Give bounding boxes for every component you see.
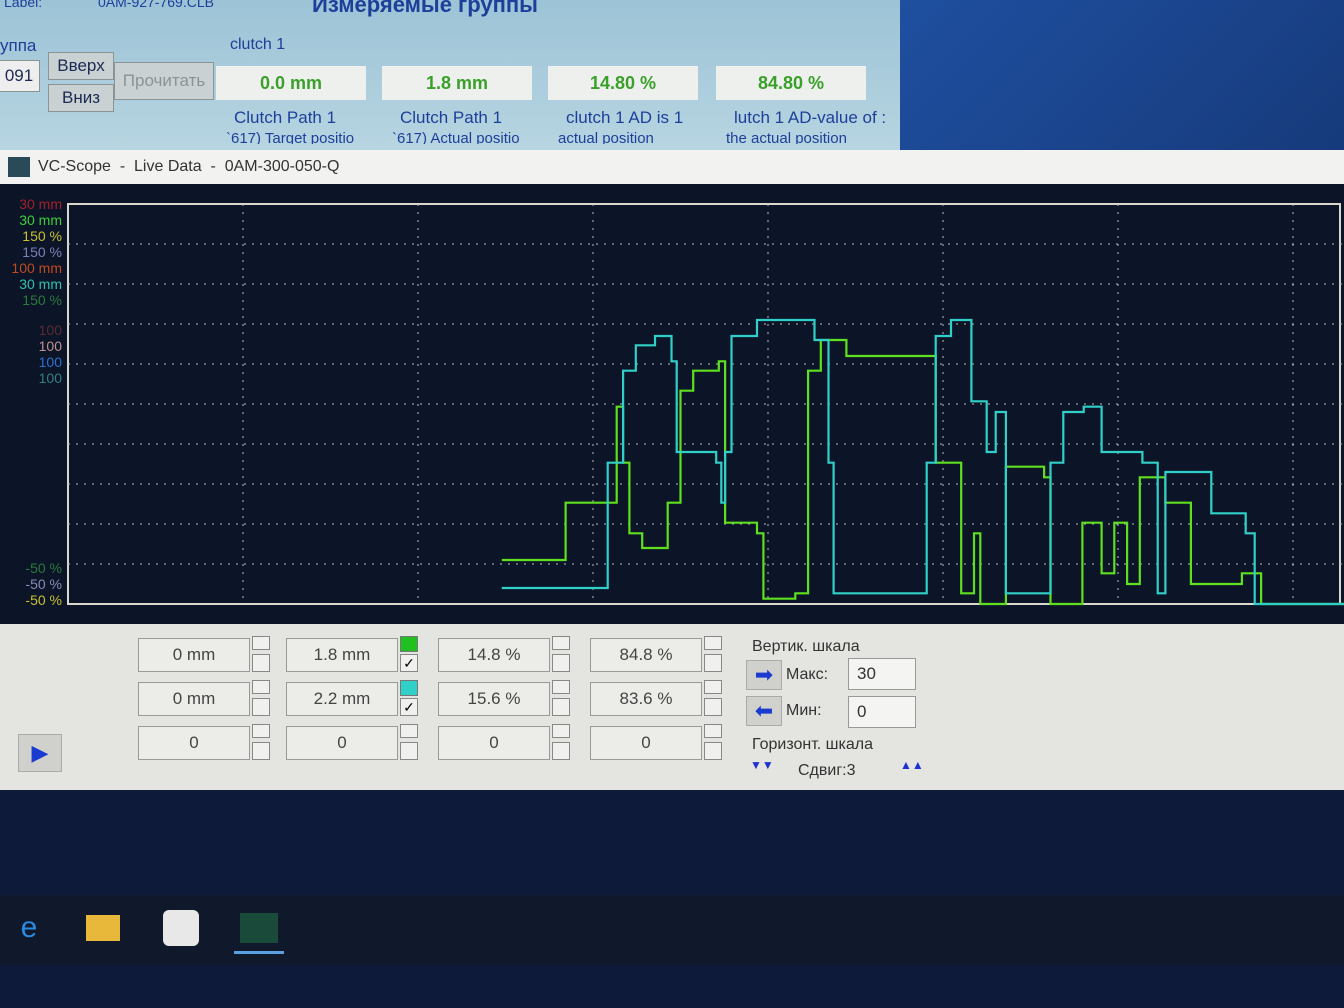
window-title: VC-Scope - Live Data - 0AM-300-050-Q [38,158,340,175]
taskbar: e [0,895,1344,965]
channel-checkbox[interactable] [552,698,570,716]
value-name: Clutch Path 1 [400,108,503,127]
scale-label: 30 mm [19,276,62,292]
channel-checkbox[interactable] [552,742,570,760]
measured-value: 14.80 % [548,66,698,100]
app-icon [8,157,30,177]
color-swatch[interactable] [400,680,418,696]
down-button[interactable]: Вниз [48,84,114,112]
measured-value: 1.8 mm [382,66,532,100]
channel-checkbox[interactable] [704,698,722,716]
file-explorer-icon[interactable] [78,905,128,951]
control-panel: ▶ 0 mm 1.8 mm ✓ 14.8 % 84.8 % 0 mm 2.2 mm ✓ 15.6… [0,624,1344,790]
value-name: Clutch Path 1 [234,108,337,127]
channel-checkbox[interactable] [252,698,270,716]
horizontal-scale-label: Горизонт. шкала [752,736,873,753]
shift-value: Сдвиг:3 [798,762,856,779]
arrow-left-icon[interactable]: ⬅ [746,696,782,726]
channel-checkbox[interactable] [252,742,270,760]
color-swatch[interactable] [704,680,722,694]
title-bar: VC-Scope - Live Data - 0AM-300-050-Q [0,150,1344,184]
value-name: lutch 1 AD-value of : [734,108,887,127]
channel-checkbox[interactable] [704,654,722,672]
shift-up-button[interactable]: ▲▲ [900,758,924,772]
edge-icon[interactable]: e [4,905,54,951]
channel-value: 14.8 % [438,638,550,672]
scale-label: -50 % [25,576,62,592]
scale-label: -50 % [25,560,62,576]
scale-label: 30 mm [19,212,62,228]
color-swatch[interactable] [552,636,570,650]
max-input[interactable]: 30 [848,658,916,690]
value-description: `617) Target positio [226,130,355,144]
channel-checkbox[interactable]: ✓ [400,654,418,672]
vc-scope-window: VC-Scope - Live Data - 0AM-300-050-Q 30 … [0,150,1344,790]
scale-label: 100 [38,370,62,386]
value-description: actual position [558,130,654,144]
scale-label: 100 [38,322,62,338]
color-swatch[interactable] [552,680,570,694]
up-button[interactable]: Вверх [48,52,114,80]
color-swatch[interactable] [704,724,722,738]
scale-label: 100 [38,338,62,354]
arrow-right-icon[interactable]: ➡ [746,660,782,690]
label-caption: Label: [4,0,43,10]
color-swatch[interactable] [704,636,722,650]
desktop-background [900,0,1344,170]
value-name: clutch 1 AD is 1 [566,108,684,127]
scale-label: 150 % [22,228,62,244]
measured-value: 84.80 % [716,66,866,100]
color-swatch[interactable] [252,724,270,738]
scale-label: 150 % [22,244,62,260]
max-label: Макс: [786,666,829,683]
channel-value: 83.6 % [590,682,702,716]
channel-checkbox[interactable]: ✓ [400,698,418,716]
play-button[interactable]: ▶ [18,734,62,772]
color-swatch[interactable] [252,680,270,694]
read-button[interactable]: Прочитать [114,62,214,100]
channel-value: 0 mm [138,682,250,716]
channel-value: 2.2 mm [286,682,398,716]
color-swatch[interactable] [400,636,418,652]
channel-checkbox[interactable] [552,654,570,672]
channel-value: 0 mm [138,638,250,672]
shift-down-button[interactable]: ▼▼ [750,758,774,772]
task-app-icon[interactable] [156,905,206,951]
color-swatch[interactable] [400,724,418,738]
channel-checkbox[interactable] [400,742,418,760]
channel-value: 15.6 % [438,682,550,716]
channel-value: 0 [590,726,702,760]
scale-label: -50 % [25,592,62,608]
section-label: clutch 1 [230,36,286,53]
color-swatch[interactable] [252,636,270,650]
channel-value: 0 [286,726,398,760]
group-input[interactable]: 091 [0,60,40,92]
channel-checkbox[interactable] [704,742,722,760]
scale-label: 30 mm [19,196,62,212]
min-input[interactable]: 0 [848,696,916,728]
scope-chart [67,203,1344,606]
scale-label: 100 [38,354,62,370]
measured-value: 0.0 mm [216,66,366,100]
channel-value: 0 [138,726,250,760]
value-description: `617) Actual positio [392,130,520,144]
scale-label: 100 mm [11,260,62,276]
channel-value: 84.8 % [590,638,702,672]
plot-area: 30 mm 30 mm 150 % 150 % 100 mm 30 mm 150 % 100 1… [0,184,1344,624]
window-title: Измеряемые группы [312,0,538,17]
channel-value: 1.8 mm [286,638,398,672]
color-swatch[interactable] [552,724,570,738]
min-label: Мин: [786,702,822,719]
label-file: 0AM-927-769.CLB [98,0,214,10]
vc-scope-icon[interactable] [234,905,284,954]
background-window: Label: 0AM-927-769.CLB Измеряемые группы… [0,0,900,160]
vertical-scale-label: Вертик. шкала [752,638,860,655]
channel-checkbox[interactable] [252,654,270,672]
scale-label: 150 % [22,292,62,308]
channel-value: 0 [438,726,550,760]
group-label: уппа [0,36,37,55]
value-description: the actual position [726,130,847,144]
